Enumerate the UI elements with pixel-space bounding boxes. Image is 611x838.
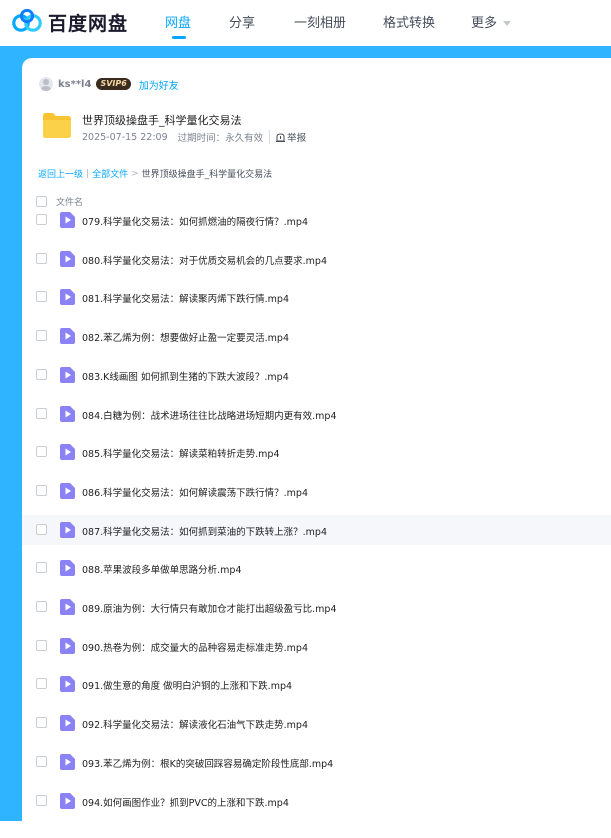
file-name[interactable]: 089.原油为例：大行情只有敢加仓才能打出超级盈亏比.mp4: [82, 601, 337, 615]
file-row[interactable]: 086.科学量化交易法：如何解读震荡下跌行情？.mp4: [22, 476, 611, 506]
file-row[interactable]: 093.苯乙烯为例：根K的突破回踩容易确定阶段性底部.mp4: [22, 747, 611, 777]
nav-more-label: 更多: [471, 16, 498, 31]
file-name[interactable]: 088.苹果波段多单做单思路分析.mp4: [82, 562, 242, 576]
report-icon: [276, 132, 286, 142]
row-checkbox[interactable]: [36, 601, 47, 612]
file-row[interactable]: 087.科学量化交易法：如何抓到菜油的下跌转上涨？.mp4: [22, 514, 611, 545]
row-checkbox[interactable]: [36, 407, 47, 419]
video-file-icon: [60, 753, 75, 770]
file-name[interactable]: 087.科学量化交易法：如何抓到菜油的下跌转上涨？.mp4: [82, 524, 327, 538]
row-checkbox[interactable]: [36, 562, 47, 574]
row-checkbox[interactable]: [36, 252, 47, 264]
file-name[interactable]: 084.白糖为例：战术进场往往比战略进场短期内更有效.mp4: [82, 408, 337, 422]
file-row[interactable]: 085.科学量化交易法：解读菜粕转折走势.mp4: [22, 437, 611, 467]
file-name[interactable]: 080.科学量化交易法：对于优质交易机会的几点要求.mp4: [82, 253, 327, 267]
file-name[interactable]: 085.科学量化交易法：解读菜粕转折走势.mp4: [82, 446, 280, 460]
nav-item-format-convert[interactable]: 格式转换: [383, 12, 435, 31]
file-name[interactable]: 083.K线画图 如何抓到生猪的下跌大波段？.mp4: [82, 369, 289, 383]
breadcrumb: 返回上一级 | 全部文件 > 世界顶级操盘手_科学量化交易法: [38, 167, 273, 181]
video-file-icon: [60, 212, 75, 228]
file-row[interactable]: 089.原油为例：大行情只有敢加仓才能打出超级盈亏比.mp4: [22, 592, 611, 622]
row-checkbox[interactable]: [36, 484, 47, 496]
file-row[interactable]: 080.科学量化交易法：对于优质交易机会的几点要求.mp4: [22, 244, 611, 274]
video-file-icon: [60, 676, 75, 693]
file-row[interactable]: 094.如何画图作业？抓到PVC的上涨和下跌.mp4: [22, 786, 611, 816]
row-checkbox[interactable]: [36, 678, 47, 690]
share-meta: 2025-07-15 22:09 过期时间：永久有效 举报: [82, 130, 306, 144]
file-name[interactable]: 090.热卷为例：成交量大的品种容易走标准走势.mp4: [82, 640, 308, 654]
file-name[interactable]: 081.科学量化交易法：解读聚丙烯下跌行情.mp4: [82, 291, 289, 305]
video-file-icon: [60, 482, 75, 499]
row-checkbox[interactable]: [36, 291, 47, 303]
file-row[interactable]: 082.苯乙烯为例：想要做好止盈一定要灵活.mp4: [22, 321, 611, 351]
folder-icon: [43, 113, 71, 138]
sharer-info: ks**l4 SVIP6 加为好友: [39, 76, 179, 92]
file-row[interactable]: 090.热卷为例：成交量大的品种容易走标准走势.mp4: [22, 631, 611, 661]
video-file-icon: [60, 405, 75, 422]
file-row[interactable]: 083.K线画图 如何抓到生猪的下跌大波段？.mp4: [22, 360, 611, 390]
add-friend-link[interactable]: 加为好友: [139, 77, 179, 92]
svip-badge: SVIP6: [96, 78, 131, 90]
video-file-icon: [60, 289, 75, 306]
file-name[interactable]: 092.科学量化交易法：解读液化石油气下跌走势.mp4: [82, 717, 308, 731]
sharer-name[interactable]: ks**l4: [58, 79, 91, 90]
file-row[interactable]: 079.科学量化交易法：如何抓燃油的隔夜行情？.mp4: [22, 205, 611, 235]
share-expire: 过期时间：永久有效: [177, 133, 264, 144]
video-file-icon: [60, 366, 75, 383]
row-checkbox[interactable]: [36, 214, 47, 225]
row-checkbox[interactable]: [36, 794, 47, 806]
video-file-icon: [60, 599, 75, 615]
breadcrumb-back-link[interactable]: 返回上一级: [38, 167, 83, 180]
file-name[interactable]: 091.做生意的角度 做明白沪铜的上涨和下跌.mp4: [82, 678, 292, 692]
file-name[interactable]: 086.科学量化交易法：如何解读震荡下跌行情？.mp4: [82, 485, 308, 499]
file-row[interactable]: 088.苹果波段多单做单思路分析.mp4: [22, 553, 611, 583]
video-file-icon: [60, 560, 75, 577]
file-name[interactable]: 079.科学量化交易法：如何抓燃油的隔夜行情？.mp4: [82, 214, 308, 228]
avatar[interactable]: [39, 77, 53, 91]
report-button[interactable]: 举报: [269, 130, 306, 144]
row-checkbox[interactable]: [36, 717, 47, 729]
video-file-icon: [60, 521, 75, 538]
nav-item-more[interactable]: 更多: [471, 12, 512, 31]
row-checkbox[interactable]: [36, 446, 47, 458]
video-file-icon: [60, 444, 75, 461]
breadcrumb-current: 世界顶级操盘手_科学量化交易法: [141, 170, 273, 180]
row-checkbox[interactable]: [36, 368, 47, 380]
main-nav: 网盘 分享 一刻相册 格式转换 更多: [0, 0, 611, 46]
row-checkbox[interactable]: [36, 755, 47, 767]
share-date: 2025-07-15 22:09: [82, 131, 168, 143]
nav-item-moment-album[interactable]: 一刻相册: [294, 12, 346, 31]
row-checkbox[interactable]: [36, 330, 47, 342]
row-checkbox[interactable]: [36, 523, 47, 535]
nav-item-share[interactable]: 分享: [229, 12, 255, 31]
video-file-icon: [60, 792, 75, 809]
file-row[interactable]: 091.做生意的角度 做明白沪铜的上涨和下跌.mp4: [22, 669, 611, 699]
file-row[interactable]: 092.科学量化交易法：解读液化石油气下跌走势.mp4: [22, 708, 611, 738]
report-label: 举报: [287, 133, 307, 144]
video-file-icon: [60, 250, 75, 267]
breadcrumb-divider: |: [86, 168, 90, 179]
video-file-icon: [60, 715, 75, 732]
file-name[interactable]: 094.如何画图作业？抓到PVC的上涨和下跌.mp4: [82, 795, 289, 809]
video-file-icon: [60, 637, 75, 654]
top-header: 百度网盘 网盘 分享 一刻相册 格式转换 更多: [0, 0, 611, 46]
share-title: 世界顶级操盘手_科学量化交易法: [82, 114, 242, 127]
file-row[interactable]: 081.科学量化交易法：解读聚丙烯下跌行情.mp4: [22, 282, 611, 312]
nav-item-netdisk[interactable]: 网盘: [165, 12, 191, 31]
file-row[interactable]: 084.白糖为例：战术进场往往比战略进场短期内更有效.mp4: [22, 399, 611, 429]
breadcrumb-arrow: >: [131, 168, 139, 179]
nav-active-indicator: [172, 36, 186, 39]
file-name[interactable]: 082.苯乙烯为例：想要做好止盈一定要灵活.mp4: [82, 330, 289, 344]
chevron-down-icon: [503, 21, 512, 26]
breadcrumb-all-files-link[interactable]: 全部文件: [92, 167, 128, 180]
file-name[interactable]: 093.苯乙烯为例：根K的突破回踩容易确定阶段性底部.mp4: [82, 756, 333, 770]
row-checkbox[interactable]: [36, 639, 47, 651]
video-file-icon: [60, 328, 75, 345]
